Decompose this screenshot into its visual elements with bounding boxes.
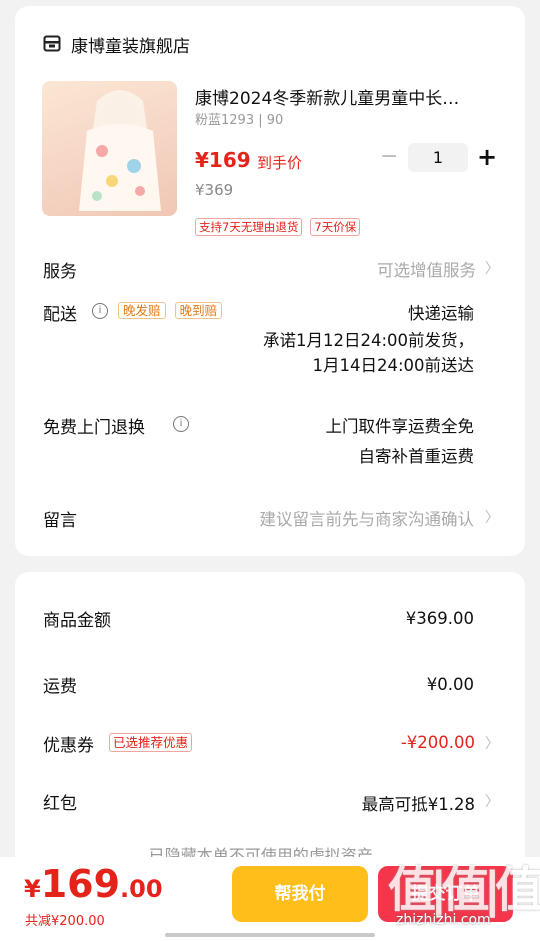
late-ship-tag: 晚发赔 (118, 302, 166, 319)
goods-amount-value: ¥369.00 (405, 609, 474, 628)
redpacket-value[interactable]: 最高可抵¥1.28 (300, 791, 475, 815)
shipping-label: 运费 (43, 677, 77, 697)
message-chevron-icon[interactable]: 〉 (485, 507, 499, 527)
coupon-tag-wrap: 已选推荐优惠 (109, 732, 193, 752)
pay-for-me-button[interactable]: 帮我付 (232, 866, 368, 922)
watermark-logo: 值|值|值 (388, 862, 540, 918)
return-badge: 支持7天无理由退货 (195, 218, 303, 236)
delivery-method: 快递运输 (408, 304, 474, 323)
product-image-icon (79, 90, 161, 211)
home-indicator[interactable] (165, 933, 375, 937)
redpacket-label: 红包 (43, 794, 77, 814)
service-label: 服务 (43, 262, 77, 282)
quantity-increment-button[interactable]: + (476, 143, 498, 172)
message-input[interactable]: 建议留言前先与商家沟通确认 (180, 506, 475, 530)
price-tag: 到手价 (257, 154, 303, 172)
return-info-icon[interactable]: i (173, 416, 189, 432)
service-hint[interactable]: 可选增值服务 (300, 257, 476, 281)
delivery-label: 配送 (43, 305, 77, 325)
original-price: ¥369 (195, 181, 234, 199)
badge-row: 支持7天无理由退货 7天价保 (195, 216, 361, 236)
product-title[interactable]: 康博2024冬季新款儿童男童中长… (195, 84, 495, 109)
total-price: ¥169.00 (24, 862, 163, 906)
service-chevron-icon[interactable]: 〉 (485, 258, 499, 278)
return-line2: 自寄补首重运费 (358, 447, 475, 466)
late-arrive-tag: 晚到赔 (174, 302, 223, 319)
message-label: 留言 (43, 511, 77, 531)
store-name[interactable]: 康博童装旗舰店 (71, 32, 190, 57)
product-thumbnail[interactable] (42, 81, 177, 216)
delivery-info-icon[interactable]: i (92, 303, 108, 319)
quantity-input[interactable]: 1 (408, 143, 468, 172)
goods-amount-label: 商品金额 (43, 611, 111, 631)
price-protect-badge: 7天价保 (310, 218, 361, 236)
delivery-tags: 晚发赔 晚到赔 (118, 300, 223, 319)
watermark-url: zhizhizhi.com (396, 912, 491, 928)
redpacket-chevron-icon[interactable]: 〉 (485, 791, 499, 811)
coupon-chevron-icon[interactable]: 〉 (485, 733, 499, 753)
shipping-value: ¥0.00 (426, 675, 474, 694)
store-icon (43, 35, 61, 52)
return-label: 免费上门退换 (43, 418, 145, 438)
product-price: ¥169 (195, 148, 251, 172)
coupon-recommended-tag: 已选推荐优惠 (109, 733, 193, 752)
quantity-decrement-button[interactable]: − (380, 144, 398, 170)
total-saved: 共减¥200.00 (25, 914, 105, 929)
coupon-value[interactable]: -¥200.00 (330, 733, 475, 752)
coupon-label: 优惠券 (43, 736, 94, 756)
return-line1: 上门取件享运费全免 (325, 417, 475, 436)
delivery-promise-line2: 1月14日24:00前送达 (312, 356, 474, 375)
delivery-promise-line1: 承诺1月12日24:00前发货， (262, 331, 474, 350)
product-variant[interactable]: 粉蓝1293 | 90 (195, 109, 283, 128)
